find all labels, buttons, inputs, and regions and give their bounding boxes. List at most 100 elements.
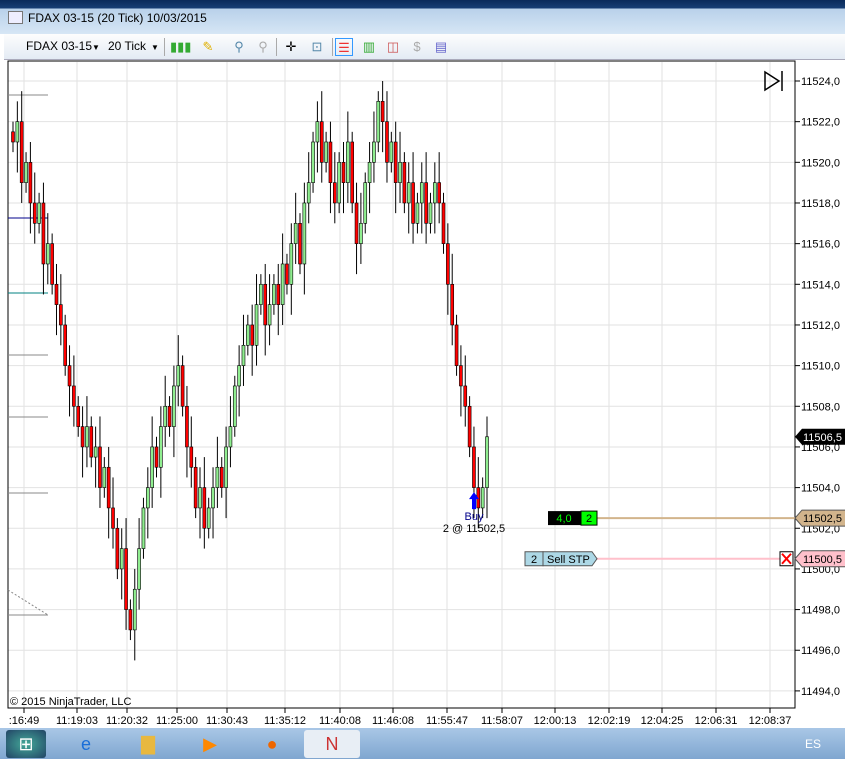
candle-body [11, 131, 15, 143]
execution-label: Buy [465, 511, 484, 523]
candle-body [311, 141, 315, 183]
x-tick-label: 11:58:07 [481, 715, 523, 727]
candle-body [37, 202, 41, 224]
candle-body [437, 182, 441, 204]
file-explorer-icon[interactable]: ▇ [128, 730, 168, 758]
title-bar: FDAX 03-15 (20 Tick) 10/03/2015 [0, 0, 845, 34]
candle-body [124, 548, 128, 610]
chevron-down-icon[interactable]: ▼ [92, 43, 100, 52]
candle-body [93, 446, 98, 458]
candle-body [428, 202, 433, 224]
candle-body [380, 101, 385, 122]
x-tick-label: 11:40:08 [319, 715, 361, 727]
candle-body [332, 182, 337, 204]
candle-body [72, 385, 76, 407]
y-tick-label: 11494,0 [801, 686, 840, 698]
indicators-icon[interactable]: ◫ [384, 38, 402, 56]
candle-body [63, 324, 67, 366]
strategies-icon[interactable]: $ [408, 38, 426, 56]
y-tick-label: 11524,0 [801, 76, 840, 88]
candle-body [346, 141, 350, 183]
y-tick-label: 11520,0 [801, 157, 840, 169]
x-tick-label: :16:49 [9, 715, 40, 727]
candle-body [224, 446, 228, 488]
candle-body [337, 162, 341, 204]
pencil-draw-icon[interactable]: ✎ [199, 38, 217, 56]
candle-body [76, 405, 81, 427]
candle-body [433, 182, 437, 204]
candle-body [198, 487, 202, 509]
candle-body [219, 466, 224, 488]
y-tick-label: 11496,0 [801, 645, 840, 657]
x-tick-label: 11:25:00 [156, 715, 198, 727]
stop-qty: 2 [531, 554, 537, 566]
x-tick-label: 12:02:19 [588, 715, 631, 727]
candle-body [241, 344, 246, 366]
candle-body [363, 182, 368, 224]
candle-body [398, 162, 402, 183]
last-price-label: 11506,5 [803, 432, 842, 444]
candle-body [272, 284, 276, 305]
candle-body [59, 304, 63, 326]
position-qty: 2 [586, 513, 592, 525]
stop-order-type: Sell STP [547, 554, 590, 566]
candle-body [441, 202, 446, 244]
chevron-down-icon[interactable]: ▼ [151, 43, 159, 52]
candle-body [250, 324, 254, 346]
interval-selector[interactable]: 20 Tick [108, 39, 146, 53]
price-chart[interactable]: 11494,0 11496,0 11498,0 11500,0 11502,0 11504… [0, 60, 845, 728]
candle-body [285, 263, 289, 285]
zoom-out-icon[interactable]: ⚲ [254, 38, 272, 56]
candle-body [254, 304, 259, 346]
candle-body [376, 101, 381, 143]
candle-body [206, 507, 211, 529]
candle-body [24, 162, 28, 183]
instrument-selector[interactable]: FDAX 03-15 [26, 39, 92, 53]
candle-body [328, 141, 333, 183]
candle-body [189, 446, 194, 468]
y-tick-label: 11522,0 [801, 117, 840, 129]
candle-body [424, 182, 428, 224]
candle-body [259, 284, 263, 305]
candle-body [354, 202, 359, 244]
candlestick-style-icon[interactable]: ▮▮▮ [170, 38, 191, 56]
candle-body [367, 162, 372, 183]
chart-trader-icon[interactable]: ☰ [335, 38, 353, 56]
candle-body [41, 202, 46, 265]
candle-body [176, 365, 181, 387]
candle-body [32, 202, 37, 224]
crosshair-icon[interactable]: ✛ [282, 38, 300, 56]
x-tick-label: 12:04:25 [641, 715, 684, 727]
candle-body [89, 426, 94, 458]
y-tick-label: 11510,0 [801, 361, 840, 373]
candle-body [315, 121, 320, 143]
candle-body [128, 609, 133, 631]
bar-data-icon[interactable]: ▥ [360, 38, 378, 56]
language-indicator[interactable]: ES [805, 737, 821, 751]
chart-canvas[interactable]: 11494,011496,011498,011500,011502,011504… [0, 60, 845, 728]
candle-body [472, 446, 476, 488]
candle-body [172, 385, 176, 427]
start-button[interactable]: ⊞ [6, 730, 46, 758]
candle-body [306, 182, 311, 204]
candle-body [298, 223, 302, 265]
candle-body [159, 426, 163, 468]
candle-body [350, 141, 354, 204]
y-tick-label: 11498,0 [801, 605, 840, 617]
zoom-search-icon[interactable]: ⊡ [308, 38, 326, 56]
x-tick-label: 12:08:37 [749, 715, 792, 727]
candle-body [467, 405, 472, 448]
candle-body [150, 446, 154, 488]
firefox-icon[interactable]: ● [252, 730, 292, 758]
zoom-in-icon[interactable]: ⚲ [230, 38, 248, 56]
media-player-icon[interactable]: ▶ [190, 730, 230, 758]
candle-body [185, 405, 189, 448]
internet-explorer-icon[interactable]: e [66, 730, 106, 758]
position-price-label: 11502,5 [803, 513, 842, 525]
candle-body [111, 507, 115, 529]
properties-icon[interactable]: ▤ [432, 38, 450, 56]
copyright-text: © 2015 NinjaTrader, LLC [10, 696, 131, 708]
candle-body [228, 426, 233, 448]
candle-body [163, 405, 168, 427]
ninjatrader-icon[interactable]: N [304, 730, 360, 758]
